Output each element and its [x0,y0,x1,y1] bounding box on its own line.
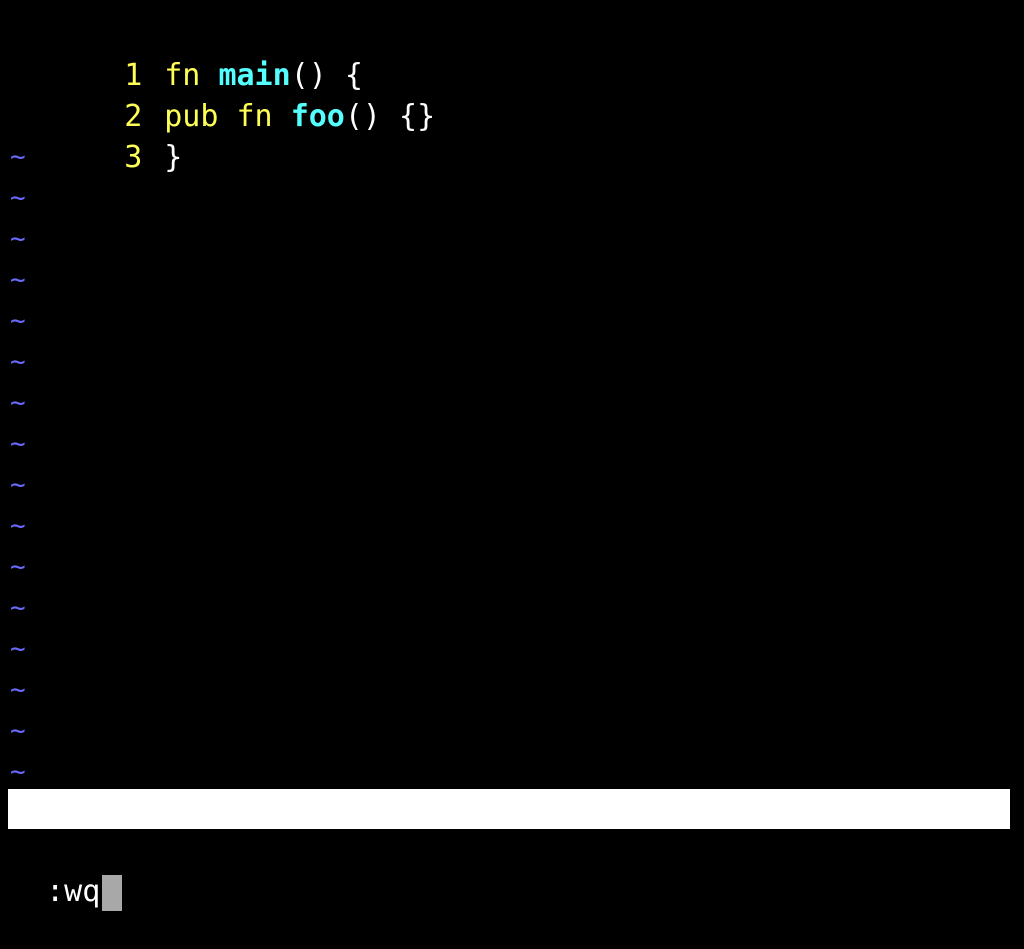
empty-line-marker: ~ [10,675,26,705]
empty-line-marker: ~ [10,552,26,582]
editor-buffer[interactable]: 1 fn main() { 2 pub fn foo() {} 3} ~ ~ ~ ~… [10,14,1014,793]
code-text: () {} [344,99,436,134]
status-scroll-indicator: All [955,911,1010,946]
keyword: pub fn [164,99,273,134]
empty-line-marker: ~ [10,716,26,746]
line-number: 3 [124,140,143,175]
empty-line-marker: ~ [10,429,26,459]
function-name: foo [290,99,345,134]
empty-line-marker: ~ [10,593,26,623]
empty-line-marker: ~ [10,347,26,377]
empty-line-marker: ~ [10,511,26,541]
status-bar: allow.rs 1,1 All [8,789,1010,946]
code-text: } [164,140,183,175]
function-name: main [218,58,291,93]
line-number: 1 [124,58,143,93]
empty-line-marker: ~ [10,306,26,336]
command-line[interactable]: :wq [10,832,123,911]
command-text: :wq [46,874,101,909]
empty-line-marker: ~ [10,265,26,295]
code-text: () { [290,58,363,93]
code-line-1[interactable]: 1 fn main() { [10,14,1014,93]
empty-line-marker: ~ [10,757,26,787]
keyword: fn [164,58,201,93]
line-number: 2 [124,99,143,134]
empty-line-marker: ~ [10,224,26,254]
status-cursor-position: 1,1 [636,871,691,906]
empty-line-marker: ~ [10,470,26,500]
empty-line-marker: ~ [10,183,26,213]
empty-line-marker: ~ [10,634,26,664]
empty-line-marker: ~ [10,388,26,418]
